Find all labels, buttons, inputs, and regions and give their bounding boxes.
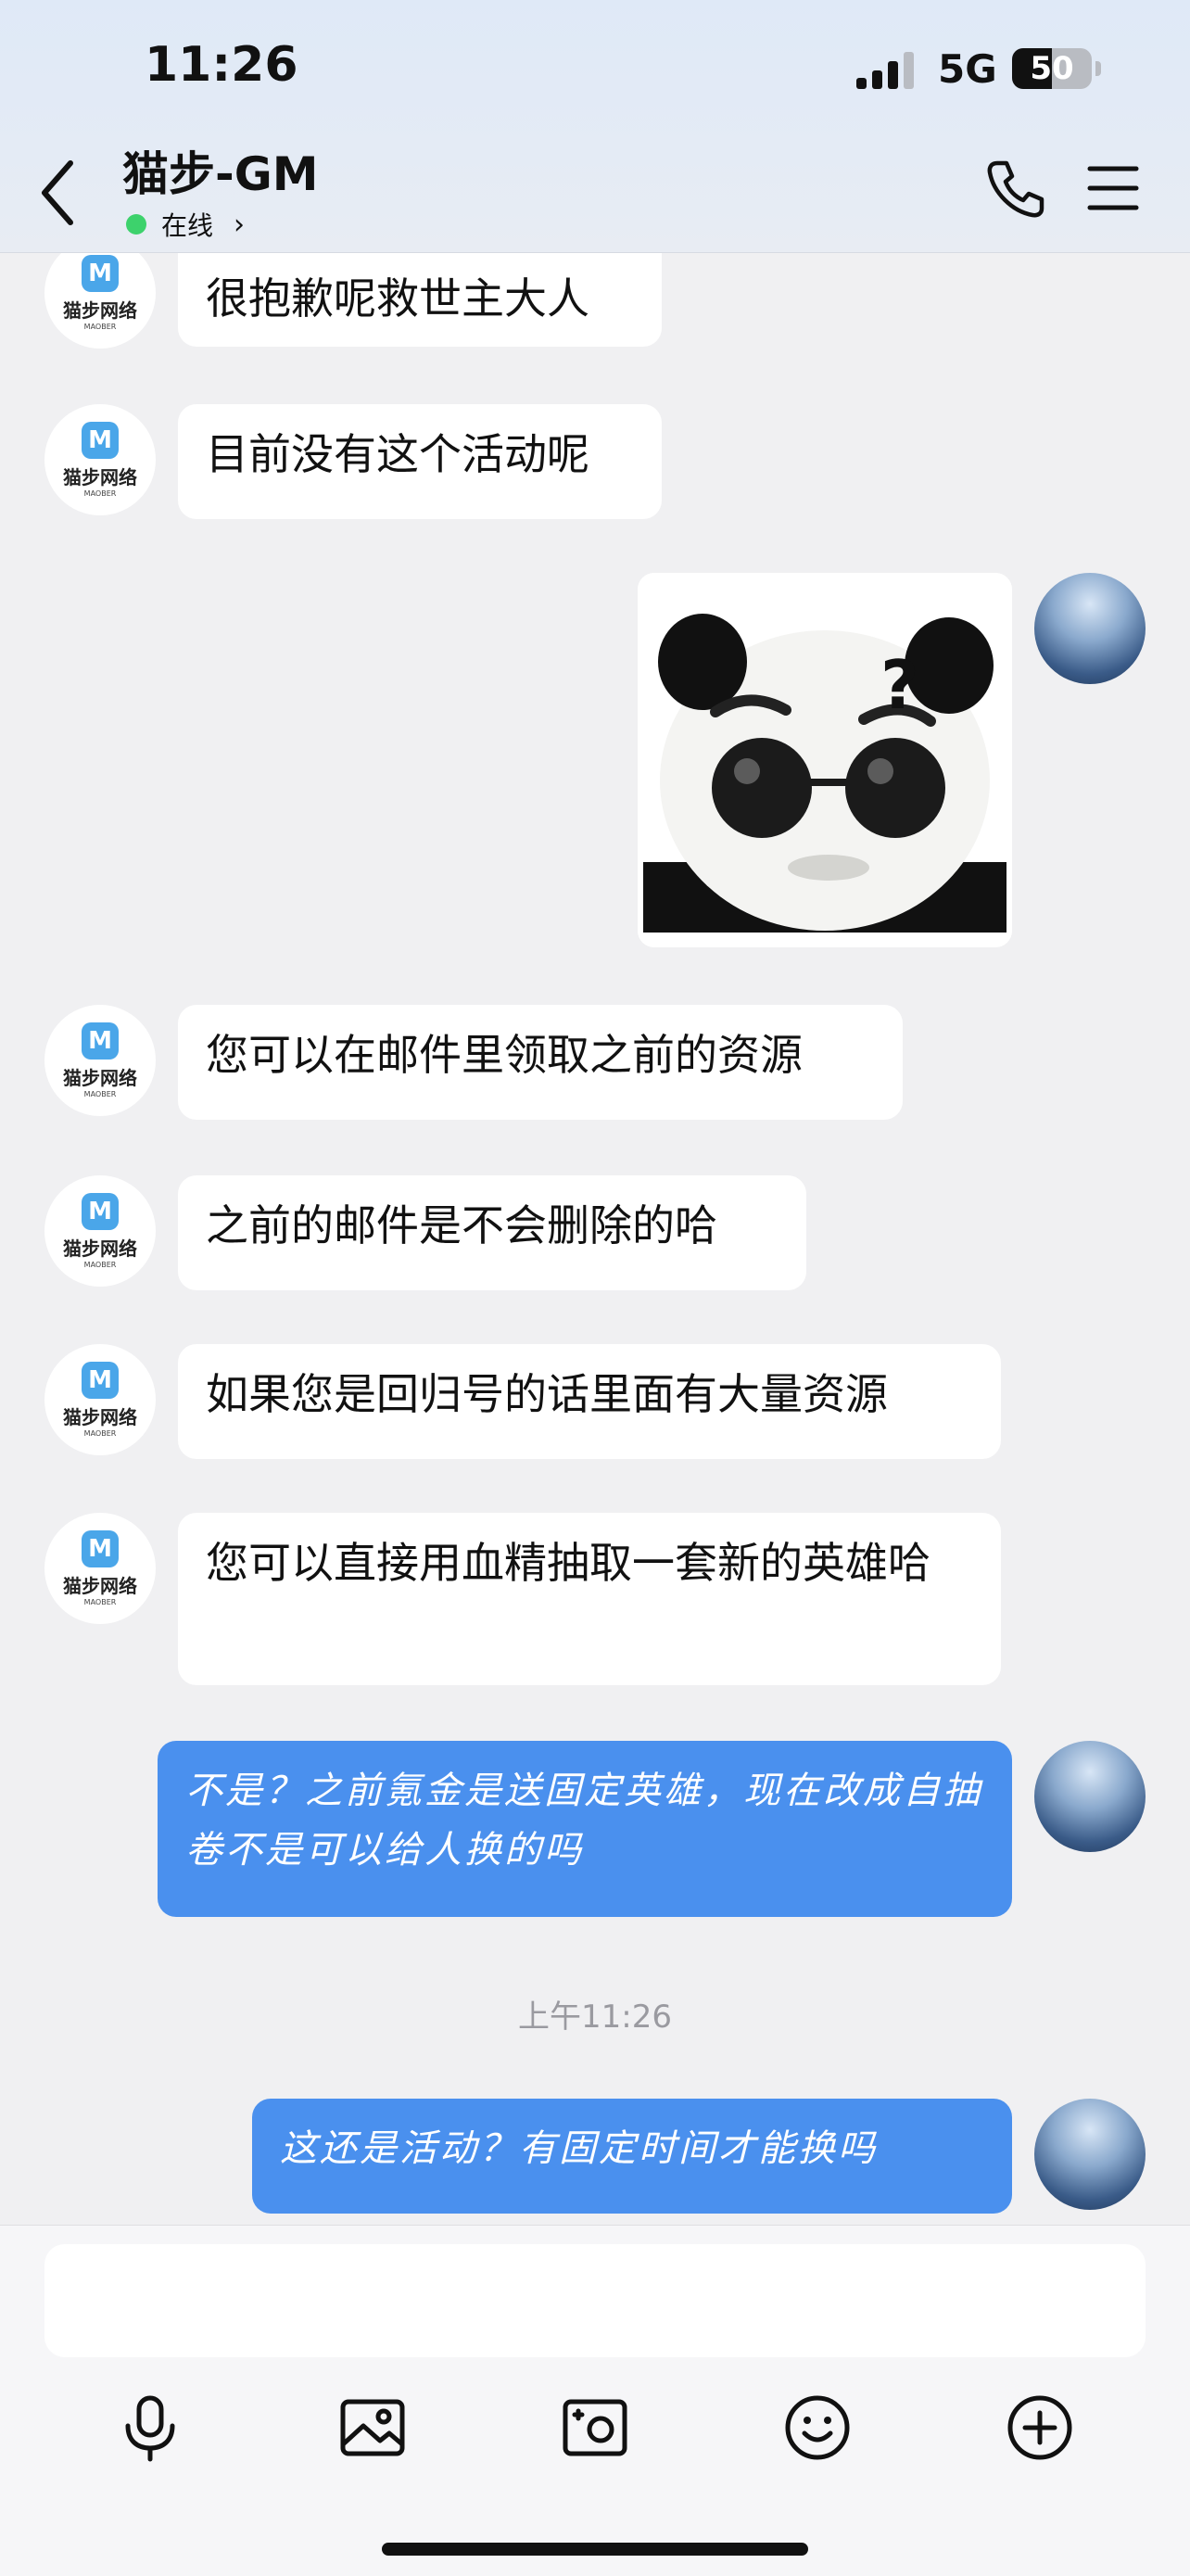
chevron-left-icon[interactable] <box>32 156 87 230</box>
chat-area[interactable]: M 猫步网络 MAOBER 很抱歉呢救世主大人 M 猫步网络 MAOBER 目前… <box>0 252 1190 2225</box>
my-message-bubble[interactable]: 不是？之前氪金是送固定英雄，现在改成自抽卷不是可以给人换的吗 <box>158 1741 1012 1917</box>
message-bubble[interactable]: 目前没有这个活动呢 <box>178 404 662 519</box>
gm-avatar[interactable]: M 猫步网络 MAOBER <box>44 252 156 349</box>
message-bubble[interactable]: 之前的邮件是不会删除的哈 <box>178 1175 806 1290</box>
input-bar <box>0 2225 1190 2576</box>
message-bubble[interactable]: 很抱歉呢救世主大人 <box>178 252 662 347</box>
maober-logo-icon: M <box>82 1193 119 1230</box>
user-avatar[interactable] <box>1034 2099 1146 2210</box>
gm-avatar[interactable]: M 猫步网络 MAOBER <box>44 404 156 515</box>
image-icon[interactable] <box>337 2392 408 2463</box>
panda-sticker[interactable]: ? <box>638 573 1012 947</box>
maober-logo-icon: M <box>82 1022 119 1060</box>
maober-logo-icon: M <box>82 1362 119 1399</box>
hamburger-menu-icon[interactable] <box>1086 163 1140 213</box>
contact-name[interactable]: 猫步-GM <box>122 137 319 204</box>
phone-icon[interactable] <box>984 158 1047 221</box>
gm-avatar[interactable]: M 猫步网络 MAOBER <box>44 1344 156 1455</box>
user-avatar[interactable] <box>1034 1741 1146 1852</box>
status-time: 11:26 <box>145 37 298 93</box>
my-message-bubble[interactable]: 这还是活动？有固定时间才能换吗 <box>252 2099 1012 2214</box>
signal-icon <box>856 52 916 89</box>
user-avatar[interactable] <box>1034 573 1146 684</box>
maober-logo-icon: M <box>82 255 119 292</box>
emoji-icon[interactable] <box>782 2392 853 2463</box>
battery-icon: 50 <box>1012 48 1092 89</box>
network-label: 5G <box>938 46 997 92</box>
status-text: 在线 <box>161 210 214 241</box>
chevron-right-icon: › <box>234 208 246 241</box>
online-status[interactable]: 在线 › <box>126 206 245 243</box>
home-indicator <box>382 2543 808 2556</box>
message-input[interactable] <box>44 2244 1146 2357</box>
maober-logo-icon: M <box>82 422 119 459</box>
gm-avatar[interactable]: M 猫步网络 MAOBER <box>44 1005 156 1116</box>
message-bubble[interactable]: 如果您是回归号的话里面有大量资源 <box>178 1344 1001 1459</box>
battery-level: 50 <box>1030 50 1074 87</box>
plus-circle-icon[interactable] <box>1005 2392 1075 2463</box>
message-bubble[interactable]: 您可以直接用血精抽取一套新的英雄哈 <box>178 1513 1001 1685</box>
gm-avatar[interactable]: M 猫步网络 MAOBER <box>44 1175 156 1287</box>
camera-icon[interactable] <box>560 2392 630 2463</box>
microphone-icon[interactable] <box>115 2392 185 2463</box>
message-bubble[interactable]: 您可以在邮件里领取之前的资源 <box>178 1005 903 1120</box>
maober-logo-icon: M <box>82 1530 119 1567</box>
online-dot-icon <box>126 214 146 235</box>
sticker-question-mark: ? <box>880 646 919 724</box>
gm-avatar[interactable]: M 猫步网络 MAOBER <box>44 1513 156 1624</box>
message-timestamp: 上午11:26 <box>518 1999 672 2036</box>
top-bar: 11:26 5G 50 猫步-GM 在线 › <box>0 0 1190 253</box>
